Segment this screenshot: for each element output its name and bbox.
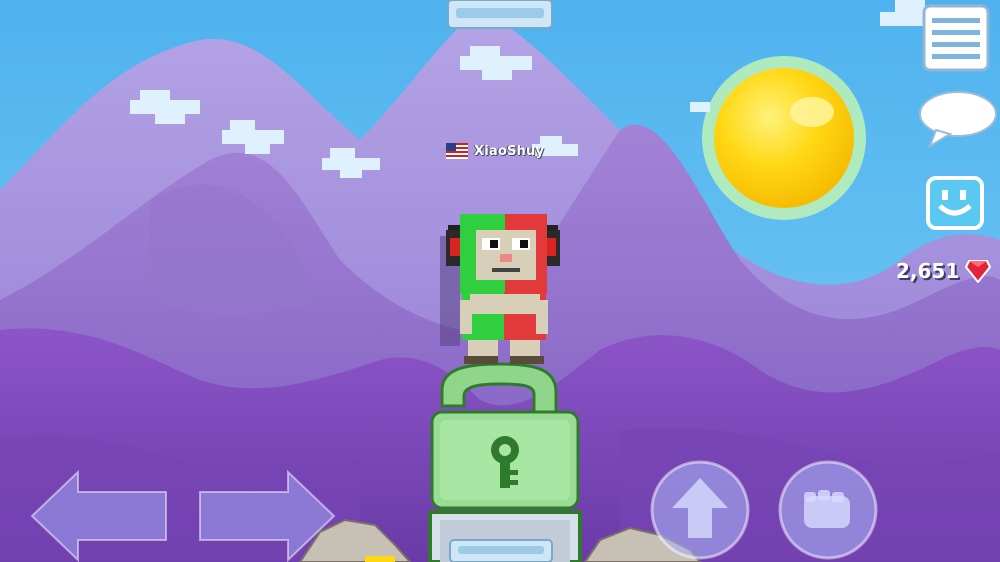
gem-counter: 2,651 (896, 256, 992, 286)
player-name: XiaoShuy (474, 143, 545, 159)
chat-button[interactable] (918, 88, 1000, 150)
left-arrow-icon (30, 470, 167, 562)
sun (702, 56, 866, 220)
chat-bubble-icon (919, 91, 997, 149)
smiley-face-icon (926, 176, 984, 230)
emote-button[interactable] (926, 176, 984, 230)
right-arrow-icon (199, 470, 336, 562)
player-name-tag: XiaoShuy (446, 141, 544, 161)
move-right-button[interactable] (196, 470, 336, 562)
menu-button[interactable] (922, 4, 990, 72)
red-gem-icon (965, 260, 992, 283)
menu-list-icon (922, 4, 990, 72)
move-left-button[interactable] (30, 470, 170, 562)
up-arrow-icon (650, 460, 750, 560)
usa-flag-icon (446, 143, 468, 159)
top-platform (447, 0, 553, 29)
fist-icon (778, 460, 878, 560)
jump-button[interactable] (648, 458, 752, 562)
gem-count: 2,651 (896, 259, 960, 283)
bottom-block (428, 510, 582, 562)
punch-button[interactable] (776, 458, 880, 562)
